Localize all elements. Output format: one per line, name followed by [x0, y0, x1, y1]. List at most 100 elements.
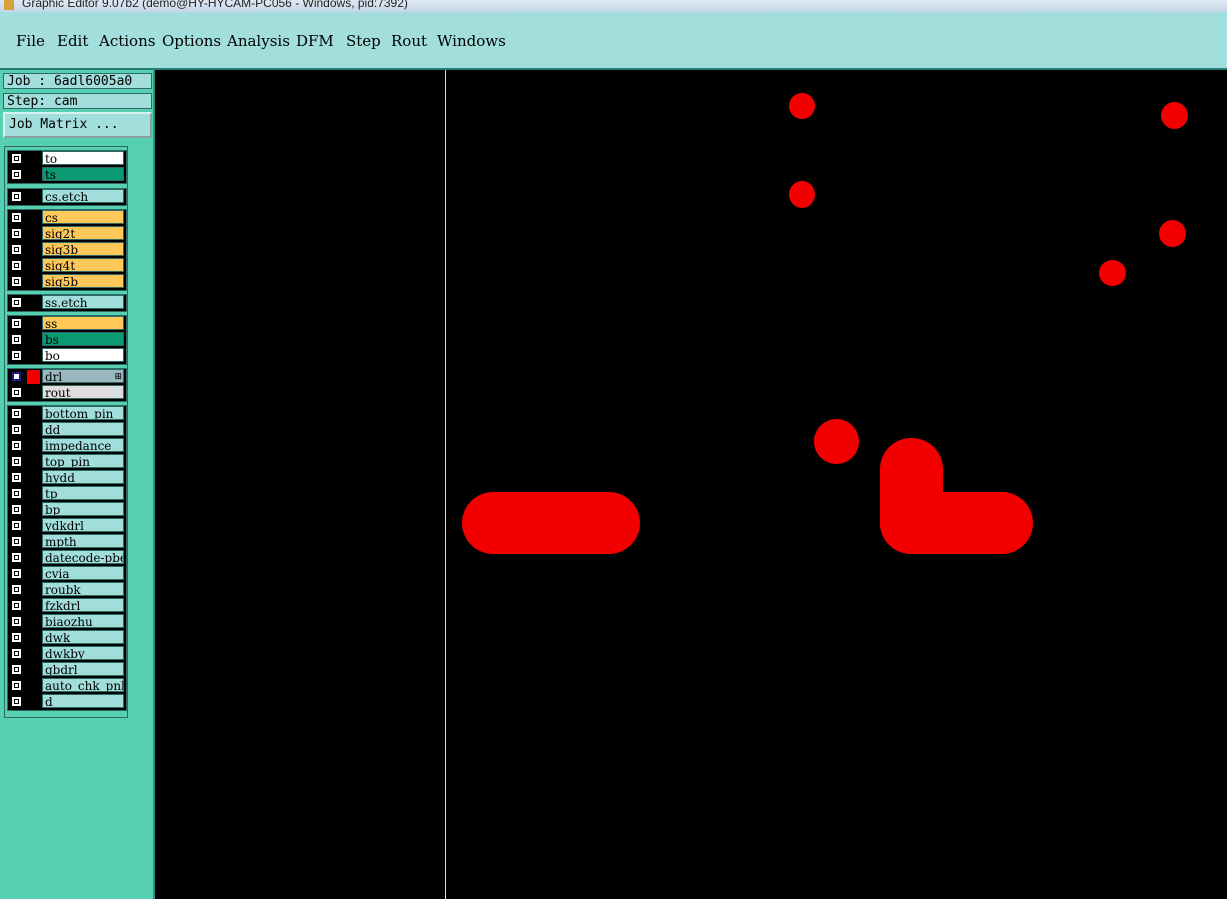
layer-checkbox[interactable] — [11, 244, 22, 255]
layer-checkbox[interactable] — [11, 297, 22, 308]
layer-checkbox[interactable] — [11, 212, 22, 223]
layer-row-ss.etch[interactable]: ss.etch — [8, 295, 126, 311]
layer-name[interactable]: dd — [42, 422, 124, 436]
layer-checkbox[interactable] — [11, 153, 22, 164]
layer-name[interactable]: sig4t — [42, 258, 124, 272]
layer-row-ss[interactable]: ss — [8, 316, 126, 332]
layer-checkbox[interactable] — [11, 169, 22, 180]
menu-step[interactable]: Step — [346, 32, 381, 50]
layer-name[interactable]: sig2t — [42, 226, 124, 240]
layer-name[interactable]: roubk — [42, 582, 124, 596]
layer-name[interactable]: tp — [42, 486, 124, 500]
layer-row-cs[interactable]: cs — [8, 210, 126, 226]
layer-row-dd[interactable]: dd — [8, 422, 126, 438]
layer-name[interactable]: ydkdrl — [42, 518, 124, 532]
menu-analysis[interactable]: Analysis — [227, 32, 290, 50]
layer-checkbox[interactable] — [11, 600, 22, 611]
menu-windows[interactable]: Windows — [437, 32, 506, 50]
layer-row-impedance[interactable]: impedance — [8, 438, 126, 454]
layer-checkbox[interactable] — [11, 334, 22, 345]
layer-row-hydd[interactable]: hydd — [8, 470, 126, 486]
layer-row-dwk[interactable]: dwk — [8, 630, 126, 646]
layer-name[interactable]: fzkdrl — [42, 598, 124, 612]
layer-name[interactable]: bo — [42, 348, 124, 362]
layer-row-mpth[interactable]: mpth — [8, 534, 126, 550]
layer-name[interactable]: ts — [42, 167, 124, 181]
layer-options-icon[interactable]: ⊞ — [114, 370, 122, 382]
menu-actions[interactable]: Actions — [99, 32, 155, 50]
layer-row-rout[interactable]: rout — [8, 385, 126, 401]
layer-checkbox[interactable] — [11, 648, 22, 659]
layer-name[interactable]: gbdrl — [42, 662, 124, 676]
layer-row-bp[interactable]: bp — [8, 502, 126, 518]
layer-name[interactable]: dwk — [42, 630, 124, 644]
layer-row-ts[interactable]: ts — [8, 167, 126, 183]
layer-name[interactable]: impedance — [42, 438, 124, 452]
menu-file[interactable]: File — [16, 32, 45, 50]
layer-row-sig4t[interactable]: sig4t — [8, 258, 126, 274]
layer-row-biaozhu[interactable]: biaozhu — [8, 614, 126, 630]
layer-checkbox[interactable] — [11, 350, 22, 361]
layer-checkbox[interactable] — [11, 456, 22, 467]
layer-name[interactable]: bp — [42, 502, 124, 516]
layer-checkbox[interactable] — [11, 228, 22, 239]
layer-row-cvia[interactable]: cvia — [8, 566, 126, 582]
menu-dfm[interactable]: DFM — [296, 32, 334, 50]
layer-row-bs[interactable]: bs — [8, 332, 126, 348]
layer-checkbox[interactable] — [11, 276, 22, 287]
layer-checkbox[interactable] — [11, 584, 22, 595]
layer-checkbox[interactable] — [11, 440, 22, 451]
layer-checkbox[interactable] — [11, 260, 22, 271]
layer-name[interactable]: biaozhu — [42, 614, 124, 628]
layer-checkbox[interactable] — [11, 504, 22, 515]
layer-row-ydkdrl[interactable]: ydkdrl — [8, 518, 126, 534]
menu-edit[interactable]: Edit — [57, 32, 88, 50]
layer-checkbox[interactable] — [11, 552, 22, 563]
layer-name[interactable]: ss — [42, 316, 124, 330]
menu-options[interactable]: Options — [162, 32, 221, 50]
layer-row-gbdrl[interactable]: gbdrl — [8, 662, 126, 678]
layer-name[interactable]: hydd — [42, 470, 124, 484]
layer-name[interactable]: drl ⊞ — [42, 369, 124, 383]
layer-name[interactable]: ss.etch — [42, 295, 124, 309]
layer-row-auto_chk_pnl[interactable]: auto_chk_pnl — [8, 678, 126, 694]
layer-row-top_pin[interactable]: top_pin — [8, 454, 126, 470]
layer-checkbox[interactable] — [11, 696, 22, 707]
layer-row-sig3b[interactable]: sig3b — [8, 242, 126, 258]
layer-row-cs.etch[interactable]: cs.etch — [8, 189, 126, 205]
layer-name[interactable]: rout — [42, 385, 124, 399]
layer-name[interactable]: datecode-pbe — [42, 550, 124, 564]
layer-checkbox[interactable] — [11, 424, 22, 435]
layer-checkbox[interactable] — [11, 318, 22, 329]
layer-checkbox[interactable] — [11, 616, 22, 627]
graphic-canvas[interactable] — [155, 70, 1227, 899]
layer-name[interactable]: dwkby — [42, 646, 124, 660]
layer-row-bo[interactable]: bo — [8, 348, 126, 364]
layer-row-bottom_pin[interactable]: bottom_pin — [8, 406, 126, 422]
layer-row-drl[interactable]: drl ⊞ — [8, 369, 126, 385]
layer-checkbox[interactable] — [11, 387, 22, 398]
layer-checkbox[interactable] — [11, 488, 22, 499]
layer-checkbox[interactable] — [11, 371, 22, 382]
layer-row-datecode-pbe[interactable]: datecode-pbe — [8, 550, 126, 566]
layer-row-d[interactable]: d — [8, 694, 126, 710]
layer-row-roubk[interactable]: roubk — [8, 582, 126, 598]
layer-checkbox[interactable] — [11, 520, 22, 531]
layer-name[interactable]: sig5b — [42, 274, 124, 288]
layer-checkbox[interactable] — [11, 472, 22, 483]
layer-name[interactable]: cs.etch — [42, 189, 124, 203]
layer-row-sig2t[interactable]: sig2t — [8, 226, 126, 242]
layer-name[interactable]: cvia — [42, 566, 124, 580]
layer-name[interactable]: to — [42, 151, 124, 165]
layer-row-tp[interactable]: tp — [8, 486, 126, 502]
layer-checkbox[interactable] — [11, 408, 22, 419]
layer-checkbox[interactable] — [11, 536, 22, 547]
layer-row-to[interactable]: to — [8, 151, 126, 167]
layer-checkbox[interactable] — [11, 191, 22, 202]
layer-row-dwkby[interactable]: dwkby — [8, 646, 126, 662]
layer-name[interactable]: sig3b — [42, 242, 124, 256]
layer-name[interactable]: bs — [42, 332, 124, 346]
layer-name[interactable]: d — [42, 694, 124, 708]
job-matrix-button[interactable]: Job Matrix ... — [3, 112, 152, 138]
menu-rout[interactable]: Rout — [391, 32, 427, 50]
